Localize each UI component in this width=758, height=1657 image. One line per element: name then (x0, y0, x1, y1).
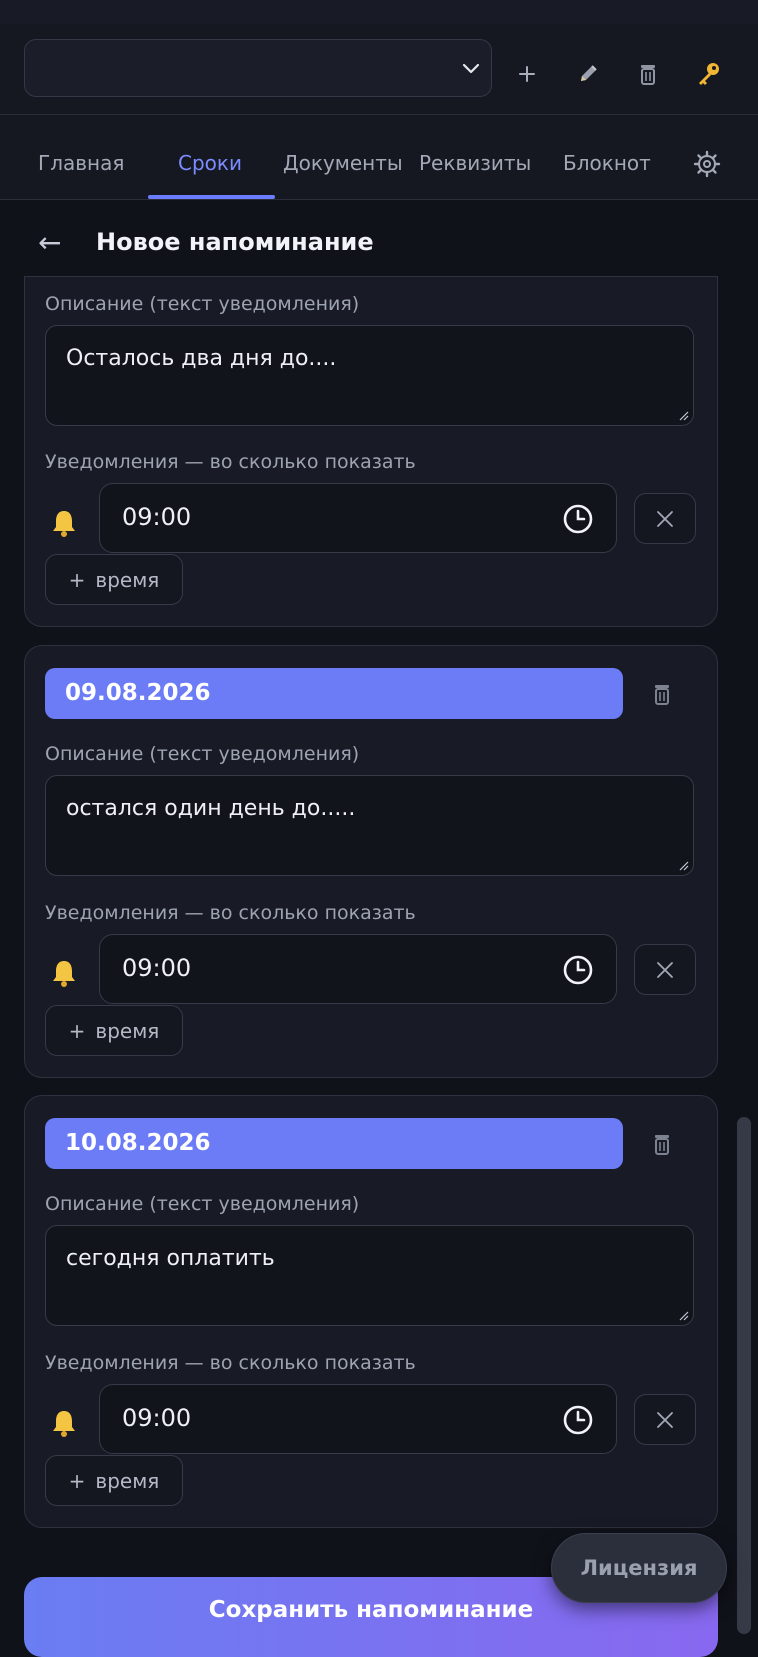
description-label: Описание (текст уведомления) (45, 1193, 360, 1215)
description-textarea[interactable]: остался один день до..... (45, 775, 694, 876)
plus-icon: + (68, 567, 86, 592)
plus-icon (519, 66, 535, 82)
notifications-label: Уведомления — во сколько показать (45, 1352, 416, 1374)
date-field[interactable]: 10.08.2026 (45, 1118, 623, 1169)
add-time-label: время (95, 1018, 160, 1043)
time-value: 09:00 (122, 1404, 192, 1432)
time-input[interactable]: 09:00 (99, 934, 617, 1004)
license-key-button[interactable] (692, 58, 724, 90)
notifications-label: Уведомления — во сколько показать (45, 902, 416, 924)
active-tab-indicator (148, 195, 275, 199)
time-input[interactable]: 09:00 (99, 1384, 617, 1454)
notifications-label: Уведомления — во сколько показать (45, 451, 416, 473)
remove-time-button[interactable] (634, 944, 696, 995)
resize-grip-icon[interactable] (679, 411, 689, 421)
chevron-down-icon (462, 63, 480, 74)
tab-notepad[interactable]: Блокнот (563, 151, 651, 175)
toolbar (0, 24, 758, 115)
scrollbar[interactable] (737, 1117, 751, 1634)
clock-icon[interactable] (562, 1404, 594, 1436)
trash-icon (641, 65, 655, 85)
date-field[interactable]: 09.08.2026 (45, 668, 623, 719)
resize-grip-icon[interactable] (679, 1311, 689, 1321)
pencil-icon (581, 65, 597, 81)
add-time-button[interactable]: + время (45, 554, 183, 605)
close-icon (657, 961, 673, 978)
description-textarea[interactable]: Осталось два дня до.... (45, 325, 694, 426)
clock-icon[interactable] (562, 503, 594, 535)
description-text: сегодня оплатить (66, 1246, 275, 1271)
add-time-label: время (95, 1468, 160, 1493)
remove-time-button[interactable] (634, 1394, 696, 1445)
back-arrow-icon[interactable]: ← (38, 226, 61, 259)
description-label: Описание (текст уведомления) (45, 743, 360, 765)
tab-documents[interactable]: Документы (283, 151, 403, 175)
add-time-label: время (95, 567, 160, 592)
add-button[interactable] (511, 58, 543, 90)
bell-icon (53, 511, 75, 537)
profile-select[interactable] (24, 39, 492, 97)
time-value: 09:00 (122, 954, 192, 982)
tab-deadlines[interactable]: Сроки (178, 151, 242, 175)
clock-icon[interactable] (562, 954, 594, 986)
gear-icon[interactable] (692, 149, 722, 179)
reminder-card: 10.08.2026 Описание (текст уведомления) … (24, 1095, 718, 1528)
license-button[interactable]: Лицензия (551, 1533, 727, 1603)
page-title: Новое напоминание (96, 228, 374, 256)
remove-time-button[interactable] (634, 493, 696, 544)
resize-grip-icon[interactable] (679, 861, 689, 871)
reminder-card: Описание (текст уведомления) Осталось дв… (24, 276, 718, 627)
edit-button[interactable] (572, 58, 604, 90)
close-icon (657, 510, 673, 527)
trash-icon[interactable] (653, 1132, 671, 1156)
bell-icon (53, 961, 75, 987)
key-icon (699, 63, 719, 85)
description-text: Осталось два дня до.... (66, 346, 337, 371)
add-time-button[interactable]: + время (45, 1005, 183, 1056)
tab-home[interactable]: Главная (38, 151, 124, 175)
tab-requisites[interactable]: Реквизиты (419, 151, 531, 175)
description-textarea[interactable]: сегодня оплатить (45, 1225, 694, 1326)
bell-icon (53, 1411, 75, 1437)
description-text: остался один день до..... (66, 796, 356, 821)
tab-bar: Главная Сроки Документы Реквизиты Блокно… (0, 115, 758, 200)
reminder-card: 09.08.2026 Описание (текст уведомления) … (24, 645, 718, 1078)
plus-icon: + (68, 1018, 86, 1043)
close-icon (657, 1411, 673, 1428)
description-label: Описание (текст уведомления) (45, 293, 360, 315)
add-time-button[interactable]: + время (45, 1455, 183, 1506)
window-top-strip (0, 0, 758, 25)
time-input[interactable]: 09:00 (99, 483, 617, 553)
trash-icon[interactable] (653, 682, 671, 706)
time-value: 09:00 (122, 503, 192, 531)
plus-icon: + (68, 1468, 86, 1493)
delete-button[interactable] (632, 58, 664, 90)
